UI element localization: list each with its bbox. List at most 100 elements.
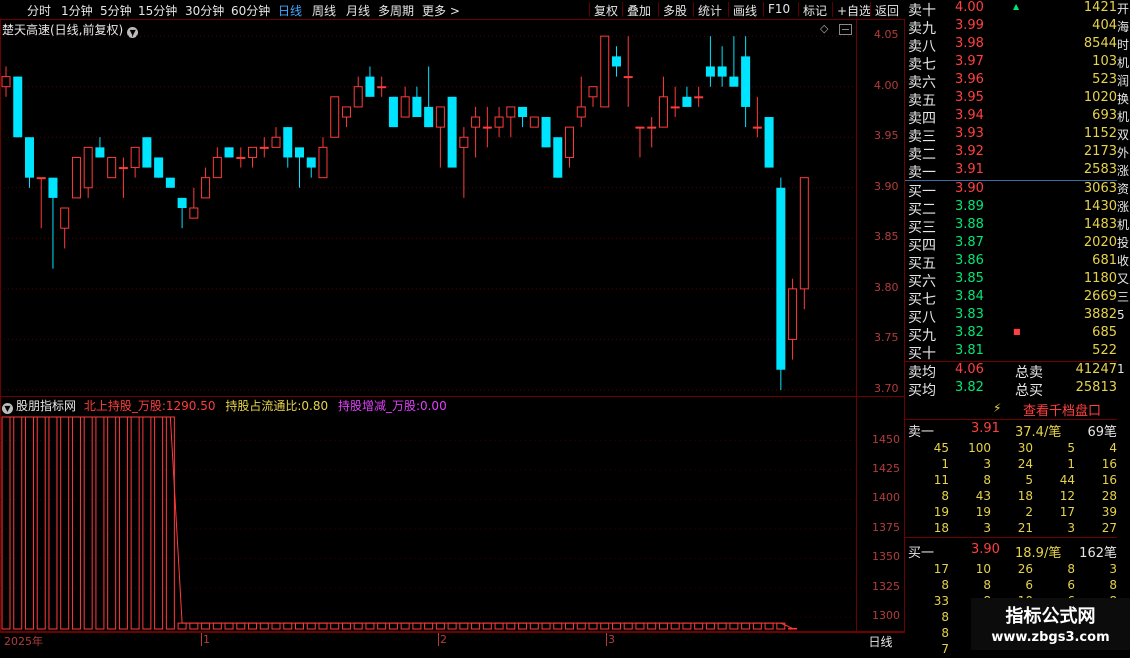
candle[interactable] xyxy=(142,137,152,168)
period-tab-8[interactable]: 月线 xyxy=(346,2,370,18)
candle[interactable] xyxy=(295,147,304,188)
candle[interactable] xyxy=(189,187,199,219)
candle[interactable] xyxy=(1,66,11,97)
ask-row[interactable]: 卖十 4.00 ▲ 1421 xyxy=(905,0,1117,19)
candle[interactable] xyxy=(13,76,23,138)
candle[interactable] xyxy=(459,127,469,198)
candle[interactable] xyxy=(752,96,762,138)
tool-button-0[interactable]: 复权 xyxy=(594,2,618,18)
bid-row[interactable]: 买三 3.88 1483 xyxy=(905,217,1117,236)
candle[interactable] xyxy=(435,106,445,168)
candle[interactable] xyxy=(741,36,751,128)
candle[interactable] xyxy=(799,177,809,310)
bid-row[interactable]: 买八 3.83 3882 xyxy=(905,307,1117,326)
kline-chart[interactable] xyxy=(0,19,856,397)
tool-button-6[interactable]: 标记 xyxy=(803,2,827,18)
candle[interactable] xyxy=(647,117,657,148)
ask-row[interactable]: 卖六 3.96 523 xyxy=(905,72,1117,91)
candle[interactable] xyxy=(377,76,387,97)
tool-button-3[interactable]: 统计 xyxy=(698,2,722,18)
ask-row[interactable]: 卖二 3.92 2173 xyxy=(905,144,1117,163)
period-tab-7[interactable]: 周线 xyxy=(312,2,336,18)
candle[interactable] xyxy=(694,86,704,107)
bid-row[interactable]: 买二 3.89 1430 xyxy=(905,199,1117,218)
candle[interactable] xyxy=(165,177,175,188)
candle[interactable] xyxy=(283,127,293,168)
candle[interactable] xyxy=(729,36,739,87)
candle[interactable] xyxy=(682,86,692,107)
ask-row[interactable]: 卖三 3.93 1152 xyxy=(905,126,1117,145)
candle[interactable] xyxy=(318,137,328,179)
bid-row[interactable]: 买四 3.87 2020 xyxy=(905,235,1117,254)
candle[interactable] xyxy=(588,86,598,107)
candle[interactable] xyxy=(330,96,340,138)
bid-row[interactable]: 买六 3.85 1180 xyxy=(905,271,1117,290)
candle[interactable] xyxy=(788,278,798,360)
candle[interactable] xyxy=(529,116,539,128)
candle[interactable] xyxy=(764,117,774,168)
tool-button-1[interactable]: 叠加 xyxy=(627,2,651,18)
candle[interactable] xyxy=(471,106,481,158)
period-tab-0[interactable]: 分时 xyxy=(27,2,51,18)
period-tab-3[interactable]: 15分钟 xyxy=(138,2,177,18)
candle[interactable] xyxy=(400,86,410,118)
tool-button-2[interactable]: 多股 xyxy=(663,2,687,18)
period-tab-2[interactable]: 5分钟 xyxy=(100,2,132,18)
candle[interactable] xyxy=(71,156,81,199)
candle[interactable] xyxy=(670,86,680,118)
candle[interactable] xyxy=(177,197,187,229)
period-tab-4[interactable]: 30分钟 xyxy=(185,2,224,18)
candle[interactable] xyxy=(518,106,528,128)
period-tab-5[interactable]: 60分钟 xyxy=(231,2,270,18)
candle[interactable] xyxy=(341,106,351,128)
period-tab-10[interactable]: 更多 > xyxy=(422,2,460,18)
ask-row[interactable]: 卖五 3.95 1020 xyxy=(905,90,1117,109)
candle[interactable] xyxy=(36,177,46,229)
candle[interactable] xyxy=(83,146,93,198)
bid-row[interactable]: 买十 3.81 522 xyxy=(905,343,1117,362)
candle[interactable] xyxy=(388,96,398,128)
candle[interactable] xyxy=(118,157,128,198)
bid-row[interactable]: 买九 3.82 ■ 685 xyxy=(905,325,1117,344)
bid-row[interactable]: 买五 3.86 681 xyxy=(905,253,1117,272)
candle[interactable] xyxy=(212,147,222,179)
candle[interactable] xyxy=(154,157,164,178)
period-tab-1[interactable]: 1分钟 xyxy=(61,2,93,18)
ask-row[interactable]: 卖九 3.99 404 xyxy=(905,18,1117,37)
candle[interactable] xyxy=(365,66,375,97)
holdings-chart[interactable] xyxy=(0,397,856,632)
candle[interactable] xyxy=(107,156,117,179)
candle[interactable] xyxy=(412,86,422,118)
candle[interactable] xyxy=(776,177,786,390)
candle[interactable] xyxy=(259,137,269,158)
candle[interactable] xyxy=(705,36,715,87)
period-tab-9[interactable]: 多周期 xyxy=(378,2,414,18)
candle[interactable] xyxy=(201,167,211,199)
candle[interactable] xyxy=(48,177,58,269)
tool-button-4[interactable]: 画线 xyxy=(733,2,757,18)
candle[interactable] xyxy=(600,35,610,108)
candle[interactable] xyxy=(306,157,316,178)
candle[interactable] xyxy=(611,46,621,77)
tool-button-7[interactable]: +自选 xyxy=(837,2,871,18)
candle[interactable] xyxy=(224,147,234,158)
candle[interactable] xyxy=(494,106,504,138)
candle[interactable] xyxy=(24,137,34,188)
candle[interactable] xyxy=(717,46,727,87)
candle[interactable] xyxy=(658,76,668,128)
candle[interactable] xyxy=(506,106,516,138)
bid-row[interactable]: 买七 3.84 2669 xyxy=(905,289,1117,308)
candle[interactable] xyxy=(130,146,140,178)
ask-row[interactable]: 卖四 3.94 693 xyxy=(905,108,1117,127)
ask-row[interactable]: 卖七 3.97 103 xyxy=(905,54,1117,73)
candle[interactable] xyxy=(635,126,645,158)
candle[interactable] xyxy=(248,146,258,168)
candle[interactable] xyxy=(236,147,246,168)
candle[interactable] xyxy=(623,36,633,107)
ask-row[interactable]: 卖一 3.91 2583 xyxy=(905,162,1117,181)
candle[interactable] xyxy=(541,117,551,148)
tool-button-8[interactable]: 返回 xyxy=(875,2,899,18)
candle[interactable] xyxy=(353,76,363,108)
candle[interactable] xyxy=(482,106,492,148)
candle[interactable] xyxy=(447,96,457,168)
